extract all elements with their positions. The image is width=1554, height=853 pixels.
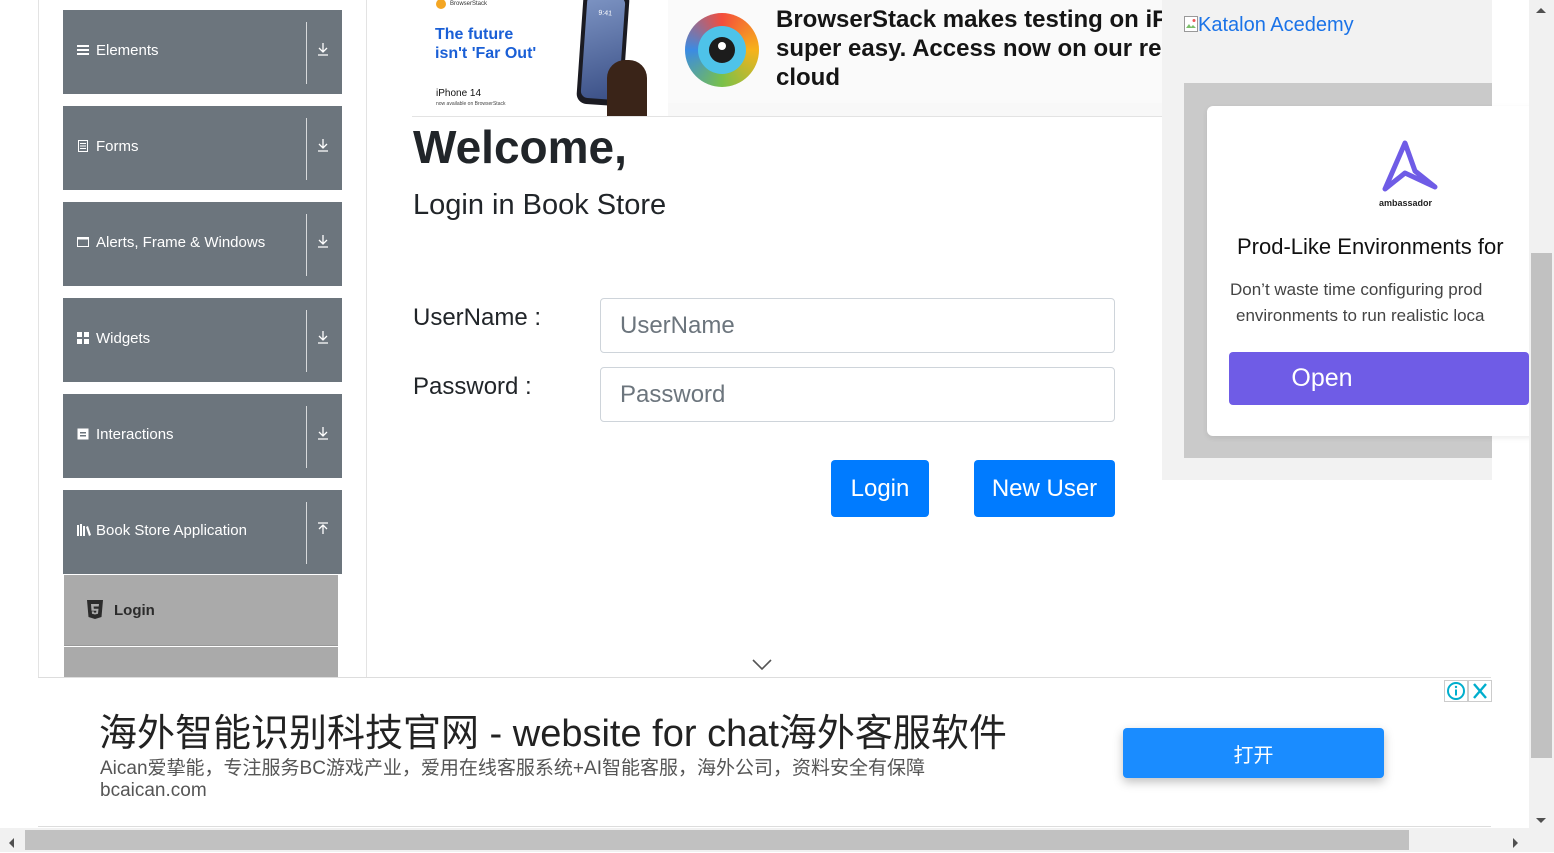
browserstack-ad-banner[interactable]: BrowserStack The future isn't 'Far Out' … bbox=[412, 0, 1172, 117]
vertical-scrollbar-thumb[interactable] bbox=[1531, 253, 1552, 758]
ad-creative-left: BrowserStack The future isn't 'Far Out' … bbox=[412, 0, 668, 116]
download-arrow-icon[interactable] bbox=[315, 42, 331, 59]
chevron-down-icon[interactable] bbox=[752, 658, 772, 676]
form-icon bbox=[77, 140, 89, 152]
sidebar-item-label: Login bbox=[114, 602, 155, 619]
bottom-ad-description: Aican爱挚能，专注服务BC游戏产业，爱用在线客服系统+AI智能客服，海外公司… bbox=[100, 758, 925, 779]
ad-tagline: The future isn't 'Far Out' bbox=[435, 26, 537, 62]
bottom-ad-open-button[interactable]: 打开 bbox=[1123, 728, 1384, 778]
password-label: Password : bbox=[413, 373, 532, 400]
ad-heading: Prod-Like Environments for bbox=[1237, 234, 1504, 259]
horizontal-scrollbar-thumb[interactable] bbox=[25, 830, 1409, 850]
username-input[interactable] bbox=[600, 298, 1115, 353]
sidebar-group-alerts[interactable]: Alerts, Frame & Windows bbox=[63, 202, 342, 286]
new-user-button[interactable]: New User bbox=[974, 460, 1115, 517]
browserstack-eye-icon bbox=[685, 13, 759, 87]
ad-device-note: now available on BrowserStack bbox=[436, 101, 506, 107]
ambassador-logo-text: ambassador bbox=[1379, 198, 1433, 208]
sidebar-group-elements[interactable]: Elements bbox=[63, 10, 342, 94]
broken-image-alt-text: Katalon Acedemy bbox=[1184, 14, 1354, 37]
sidebar-group-forms[interactable]: Forms bbox=[63, 106, 342, 190]
sidebar-item-login[interactable]: Login bbox=[64, 575, 338, 646]
sidebar-group-widgets[interactable]: Widgets bbox=[63, 298, 342, 382]
scroll-left-arrow-icon[interactable] bbox=[8, 835, 14, 853]
sidebar-group-interactions[interactable]: Interactions bbox=[63, 394, 342, 478]
html5-icon bbox=[86, 600, 104, 620]
grid-icon bbox=[77, 332, 89, 344]
ad-open-button[interactable]: Open bbox=[1229, 352, 1529, 405]
sidebar-group-label: Widgets bbox=[96, 330, 151, 347]
info-icon[interactable] bbox=[1444, 680, 1468, 702]
books-icon bbox=[77, 524, 91, 536]
browserstack-logo-icon bbox=[436, 0, 446, 9]
page-subtitle: Login in Book Store bbox=[413, 189, 667, 221]
close-icon[interactable] bbox=[1468, 680, 1492, 702]
sidebar-item-next[interactable] bbox=[64, 647, 338, 677]
divider bbox=[306, 118, 307, 180]
password-input[interactable] bbox=[600, 367, 1115, 422]
page-title: Welcome, bbox=[413, 121, 627, 173]
divider bbox=[306, 22, 307, 84]
download-arrow-icon[interactable] bbox=[315, 330, 331, 347]
sidebar-group-label: Book Store Application bbox=[96, 522, 247, 539]
sidebar-group-label: Interactions bbox=[96, 426, 174, 443]
menu-icon bbox=[77, 44, 89, 56]
scroll-up-arrow-icon[interactable] bbox=[1536, 0, 1546, 18]
broken-image-icon bbox=[1184, 16, 1198, 32]
upload-arrow-icon[interactable] bbox=[315, 522, 331, 539]
scroll-right-arrow-icon[interactable] bbox=[1513, 835, 1519, 853]
username-label: UserName : bbox=[413, 304, 542, 331]
divider bbox=[306, 214, 307, 276]
bottom-ad-headline: 海外智能识别科技官网 - website for chat海外客服软件 bbox=[99, 713, 1007, 755]
ad-brand-text: BrowserStack bbox=[450, 1, 488, 7]
ad-body: Don’t waste time configuring prod enviro… bbox=[1230, 280, 1485, 325]
bottom-ad-domain: bcaican.com bbox=[100, 780, 207, 801]
divider bbox=[306, 406, 307, 468]
sidebar-group-label: Elements bbox=[96, 42, 159, 59]
hand-image bbox=[607, 60, 647, 116]
ad-device-text: iPhone 14 bbox=[436, 88, 482, 99]
ambassador-ad-card[interactable]: ambassador Prod-Like Environments for Do… bbox=[1207, 106, 1537, 436]
download-arrow-icon[interactable] bbox=[315, 234, 331, 251]
sidebar-group-label: Forms bbox=[96, 138, 139, 155]
sidebar-right-border bbox=[366, 0, 367, 680]
scroll-down-arrow-icon[interactable] bbox=[1536, 811, 1546, 829]
divider bbox=[306, 310, 307, 372]
sidebar-group-label: Alerts, Frame & Windows bbox=[96, 234, 266, 251]
download-arrow-icon[interactable] bbox=[315, 426, 331, 443]
ad-creative-right: BrowserStack makes testing on iPh super … bbox=[668, 0, 1172, 103]
ambassador-logo-icon bbox=[1379, 139, 1441, 198]
divider bbox=[306, 502, 307, 564]
login-button[interactable]: Login bbox=[831, 460, 929, 517]
download-arrow-icon[interactable] bbox=[315, 138, 331, 155]
ad-headline: BrowserStack makes testing on iPh super … bbox=[776, 6, 1172, 91]
bottom-ad-banner[interactable]: 海外智能识别科技官网 - website for chat海外客服软件 Aica… bbox=[38, 677, 1492, 827]
window-icon bbox=[77, 236, 89, 248]
sidebar-group-book-store[interactable]: Book Store Application bbox=[63, 490, 342, 574]
interactions-icon bbox=[77, 428, 89, 440]
page-left-border bbox=[38, 0, 39, 738]
